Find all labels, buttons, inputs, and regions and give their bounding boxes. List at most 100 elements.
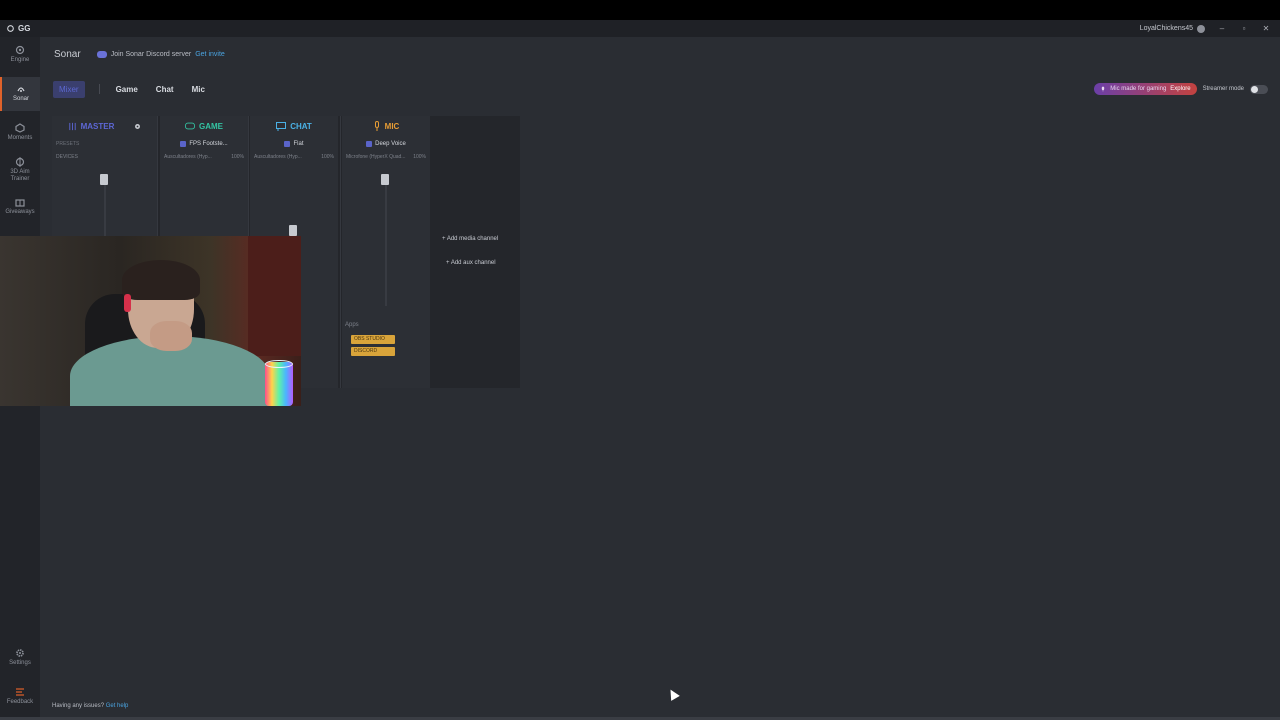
- chat-preset-label: Flat: [293, 141, 304, 147]
- mic-device-name: Microfone (HyperX Quad...: [346, 154, 406, 160]
- rail-label: Feedback: [6, 699, 34, 705]
- mic-icon: [374, 121, 379, 131]
- chat-header: CHAT: [250, 116, 338, 136]
- user-menu[interactable]: LoyalChickens45: [1139, 24, 1205, 33]
- presets-label: PRESETS: [56, 141, 80, 147]
- rail-item-giveaways[interactable]: Giveaways: [0, 197, 40, 216]
- discord-invite-link[interactable]: Get invite: [195, 51, 225, 58]
- mic-header: MIC: [342, 116, 430, 136]
- discord-text: Join Sonar Discord server: [110, 50, 192, 58]
- app-chip-obs[interactable]: OBS STUDIO: [351, 335, 395, 344]
- explore-link[interactable]: Explore: [1170, 86, 1190, 92]
- mic-device-level: 100%: [413, 154, 426, 160]
- page-header: Sonar Join Sonar Discord server Get invi…: [40, 37, 1280, 71]
- mic-promo-text: Mic made for gaming: [1110, 86, 1167, 92]
- game-header: GAME: [160, 116, 248, 136]
- header-actions: Mic made for gaming Explore Streamer mod…: [1094, 83, 1268, 95]
- chat-device-name: Auscultadores (Hyp...: [254, 154, 302, 160]
- rail-label: Engine: [10, 57, 30, 63]
- webcam-person-hand: [150, 321, 192, 351]
- maximize-button[interactable]: ▫: [1239, 24, 1249, 33]
- webcam-rgb-lamp: [265, 362, 293, 406]
- preset-icon: [284, 141, 291, 147]
- aim-trainer-icon: [15, 157, 25, 167]
- title-bar: GG LoyalChickens45 – ▫ ✕: [0, 20, 1280, 37]
- app-chip-discord[interactable]: DISCORD: [351, 347, 395, 356]
- minimize-button[interactable]: –: [1217, 24, 1227, 33]
- sonar-icon: [17, 87, 25, 92]
- game-device-name: Auscultadores (Hyp...: [164, 154, 212, 160]
- mic-device[interactable]: Microfone (HyperX Quad... 100%: [342, 152, 430, 162]
- gear-icon: [16, 649, 24, 657]
- rail-label: Moments: [7, 135, 33, 141]
- add-aux-channel-button[interactable]: + Add aux channel: [446, 260, 496, 266]
- chat-device-level: 100%: [321, 154, 334, 160]
- mic-fader-knob[interactable]: [381, 174, 389, 185]
- rail-item-aim-trainer[interactable]: 3D Aim Trainer: [0, 157, 40, 183]
- tab-chat[interactable]: Chat: [154, 81, 176, 98]
- close-button[interactable]: ✕: [1261, 24, 1271, 33]
- apps-label: Apps: [345, 322, 359, 328]
- game-preset[interactable]: FPS Footste...: [160, 136, 248, 152]
- rail-label: 3D Aim Trainer: [10, 169, 30, 182]
- tab-mic[interactable]: Mic: [190, 81, 207, 98]
- page-title: Sonar: [54, 48, 81, 60]
- rail-item-feedback[interactable]: Feedback: [0, 687, 40, 706]
- webcam-door: [248, 236, 301, 356]
- mic-preset-label: Deep Voice: [375, 141, 406, 147]
- chat-icon: [276, 121, 287, 131]
- discord-icon: [96, 50, 107, 58]
- master-header: MASTER: [52, 116, 157, 136]
- avatar: [1197, 24, 1205, 33]
- chat-fader-knob[interactable]: [289, 225, 297, 236]
- game-device-level: 100%: [231, 154, 244, 160]
- mic-promo-pill[interactable]: Mic made for gaming Explore: [1094, 83, 1197, 95]
- get-help-link[interactable]: Get help: [106, 703, 129, 709]
- preset-icon: [366, 141, 373, 147]
- help-text: Having any issues?: [52, 703, 105, 709]
- rail-item-settings[interactable]: Settings: [0, 648, 40, 667]
- webcam-person-hair: [122, 260, 200, 300]
- rail-label: Giveaways: [5, 209, 35, 215]
- chat-device[interactable]: Auscultadores (Hyp... 100%: [250, 152, 338, 162]
- tab-mixer[interactable]: Mixer: [53, 80, 85, 98]
- gear-icon[interactable]: [134, 123, 141, 130]
- rail-label: Settings: [9, 660, 31, 666]
- app-logo: GG: [7, 24, 30, 33]
- mic-icon: [1102, 86, 1105, 92]
- mic-fader-track: [385, 176, 387, 306]
- mic-preset[interactable]: Deep Voice: [342, 136, 430, 152]
- sliders-icon: [68, 122, 76, 130]
- master-fader-knob[interactable]: [100, 174, 108, 185]
- preset-icon: [180, 141, 187, 147]
- moments-icon: [15, 123, 25, 133]
- add-media-channel-button[interactable]: + Add media channel: [442, 236, 498, 242]
- devices-text: DEVICES: [56, 154, 78, 160]
- engine-icon: [15, 45, 25, 55]
- divider: [340, 116, 341, 388]
- rail-item-sonar[interactable]: Sonar: [0, 77, 40, 111]
- game-title: GAME: [199, 121, 223, 131]
- webcam-overlay: [0, 236, 301, 406]
- webcam-lamp-top: [265, 360, 293, 368]
- giveaways-icon: [15, 199, 25, 207]
- steelseries-icon: [7, 25, 14, 32]
- streamer-mode-label: Streamer mode: [1202, 86, 1244, 92]
- rail-item-moments[interactable]: Moments: [0, 123, 40, 142]
- webcam-headphone: [124, 294, 131, 312]
- feedback-icon: [16, 688, 24, 696]
- master-title: MASTER: [80, 121, 115, 131]
- tab-divider: [98, 84, 100, 94]
- sonar-tabs: Mixer Game Chat Mic: [53, 79, 207, 99]
- chat-title: CHAT: [290, 121, 312, 131]
- game-device[interactable]: Auscultadores (Hyp... 100%: [160, 152, 248, 162]
- gamepad-icon: [185, 122, 195, 130]
- chat-preset[interactable]: Flat: [250, 136, 338, 152]
- rail-item-engine[interactable]: Engine: [0, 45, 40, 64]
- master-fader-track: [104, 176, 106, 236]
- streamer-mode-toggle[interactable]: [1250, 84, 1268, 94]
- tab-game[interactable]: Game: [114, 81, 140, 98]
- discord-banner: Join Sonar Discord server Get invite: [96, 50, 225, 58]
- mic-title: MIC: [384, 121, 400, 131]
- username: LoyalChickens45: [1139, 25, 1193, 32]
